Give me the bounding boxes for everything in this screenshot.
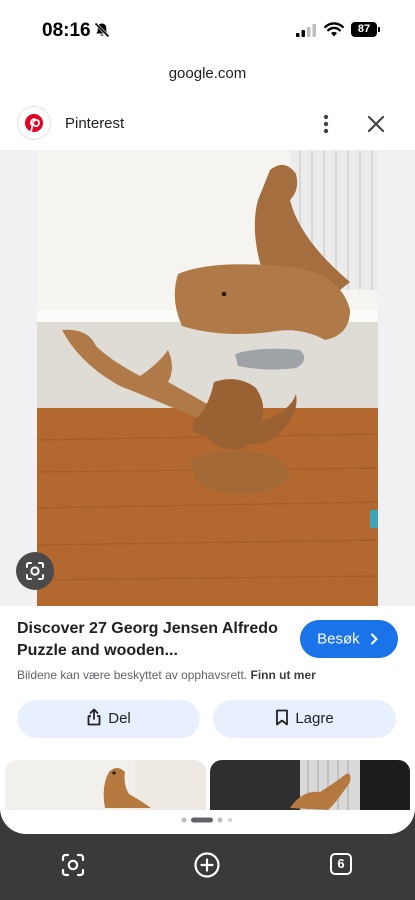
result-title[interactable]: Discover 27 Georg Jensen Alfredo Puzzle …: [17, 618, 287, 662]
address-bar[interactable]: google.com: [0, 56, 415, 98]
share-icon: [87, 708, 101, 726]
pinterest-logo: [18, 107, 50, 139]
chevron-right-icon: [370, 633, 378, 645]
copyright-notice: Bildene kan være beskyttet av opphavsret…: [17, 668, 316, 682]
share-button[interactable]: Del: [17, 700, 200, 738]
status-time: 08:16: [42, 20, 91, 41]
pinterest-logo-glyph: [25, 114, 43, 132]
related-photo: [5, 760, 206, 810]
battery-level: 87: [351, 22, 377, 37]
wifi-icon: [324, 22, 344, 37]
image-result-sheet: Pinterest Discover 27 Georg Jensen Alfre…: [0, 98, 415, 834]
site-name[interactable]: Pinterest: [65, 115, 124, 132]
image-preview-area[interactable]: [0, 150, 415, 606]
sheet-header: Pinterest: [0, 98, 415, 150]
signal-icon: [296, 24, 316, 37]
status-bar: 08:16 87: [0, 0, 415, 56]
share-label: Del: [108, 710, 131, 727]
close-icon[interactable]: [364, 112, 388, 136]
tabs-button[interactable]: 6: [330, 853, 352, 875]
learn-more-link[interactable]: Finn ut mer: [250, 668, 315, 682]
lens-search-button[interactable]: [16, 552, 54, 590]
bottom-toolbar: 6: [0, 834, 415, 900]
tab-count: 6: [337, 856, 345, 871]
lens-icon: [26, 562, 44, 580]
battery-cap: [378, 27, 380, 32]
more-vert-icon[interactable]: [316, 112, 336, 136]
plus-icon[interactable]: [193, 851, 221, 879]
save-label: Lagre: [295, 710, 334, 727]
copyright-text: Bildene kan være beskyttet av opphavsret…: [17, 668, 248, 682]
related-image-thumbnail[interactable]: [5, 760, 206, 810]
visit-label: Besøk: [317, 630, 360, 648]
product-photo: [36, 150, 379, 606]
bell-slash-icon: [94, 22, 110, 38]
related-image-thumbnail[interactable]: [210, 760, 410, 810]
save-button[interactable]: Lagre: [213, 700, 396, 738]
pagination-dots: [181, 817, 232, 823]
visit-button[interactable]: Besøk: [300, 620, 398, 658]
bookmark-icon: [276, 709, 289, 725]
url-text[interactable]: google.com: [169, 65, 247, 82]
lens-icon[interactable]: [59, 851, 87, 879]
related-photo: [210, 760, 410, 810]
